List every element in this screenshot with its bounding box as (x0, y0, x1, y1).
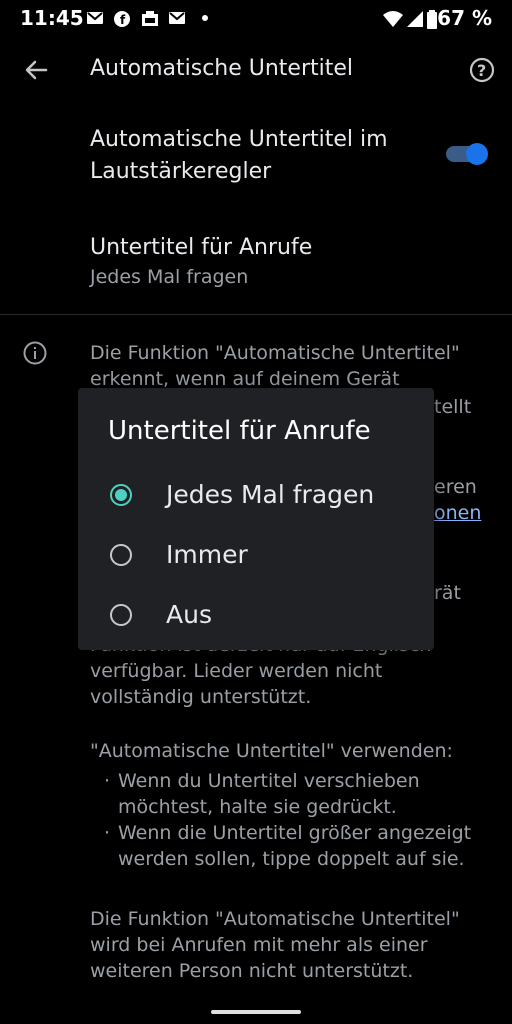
dot-icon (196, 10, 214, 26)
option-ask-every-time[interactable]: Jedes Mal fragen (108, 480, 418, 518)
setting-title-line2: Lautstärkeregler (90, 159, 272, 184)
svg-text:f: f (120, 13, 126, 27)
gesture-nav-bar[interactable] (211, 1010, 301, 1014)
toggle-thumb[interactable] (466, 143, 488, 165)
option-label: Aus (166, 600, 212, 629)
info-icon (22, 340, 48, 366)
svg-text:?: ? (477, 61, 486, 80)
help-icon[interactable]: ? (468, 56, 496, 84)
arrow-back-icon[interactable] (22, 56, 50, 84)
divider (0, 314, 512, 315)
info-p4-line2: wird bei Anrufen mit mehr als einer (90, 934, 428, 956)
facebook-icon: f (113, 10, 131, 27)
option-label: Immer (166, 540, 248, 569)
wifi-icon (382, 10, 404, 27)
info-p2-line3: vollständig unterstützt. (90, 686, 312, 708)
page-title: Automatische Untertitel (90, 56, 354, 81)
option-always[interactable]: Immer (108, 540, 418, 578)
radio-selected-icon[interactable] (110, 484, 132, 506)
info-p1-line3-fragment: tellt (434, 396, 472, 418)
radio-unselected-icon[interactable] (110, 604, 132, 626)
call-captions-dialog: Untertitel für Anrufe Jedes Mal fragen I… (78, 388, 434, 650)
option-label: Jedes Mal fragen (166, 480, 375, 509)
bullet-marker: · (104, 822, 111, 844)
info-p4-line3: weiteren Person nicht unterstützt. (90, 960, 414, 982)
gmail-icon (86, 10, 104, 26)
signal-icon (406, 10, 424, 27)
info-bullet1-line1: Wenn du Untertitel verschieben (118, 770, 420, 792)
setting-call-captions-title: Untertitel für Anrufe (90, 235, 313, 260)
setting-auto-captions-volume[interactable]: Automatische Untertitel im Lautstärkereg… (90, 124, 440, 188)
option-off[interactable]: Aus (108, 600, 418, 638)
app-icon (140, 10, 158, 26)
battery-percent: 67 % (437, 6, 492, 30)
info-bullet2-line2: werden sollen, tippe doppelt auf sie. (118, 848, 465, 870)
info-p2-line2: verfügbar. Lieder werden nicht (90, 660, 383, 682)
info-bullet2-line1: Wenn die Untertitel größer angezeigt (118, 822, 472, 844)
bullet-marker: · (104, 770, 111, 792)
setting-call-captions[interactable]: Untertitel für Anrufe Jedes Mal fragen (90, 232, 470, 288)
info-p1-line7-fragment: rät (434, 582, 461, 604)
info-link-fragment[interactable]: onen (434, 500, 481, 526)
info-bullet1-line2: möchtest, halte sie gedrückt. (118, 796, 397, 818)
setting-call-captions-subtitle: Jedes Mal fragen (90, 266, 249, 288)
info-p3-heading: "Automatische Untertitel" verwenden: (90, 740, 453, 762)
dialog-title: Untertitel für Anrufe (108, 416, 371, 446)
status-time: 11:45 (20, 6, 84, 30)
radio-unselected-icon[interactable] (110, 544, 132, 566)
setting-title-line1: Automatische Untertitel im (90, 127, 388, 152)
status-bar: 11:45 f 67 % (0, 0, 512, 40)
info-p1-line5-fragment: eren (434, 476, 477, 498)
info-p4-line1: Die Funktion "Automatische Untertitel" (90, 908, 460, 930)
info-p1-line1: Die Funktion "Automatische Untertitel" (90, 342, 460, 364)
mail-icon (168, 10, 186, 26)
